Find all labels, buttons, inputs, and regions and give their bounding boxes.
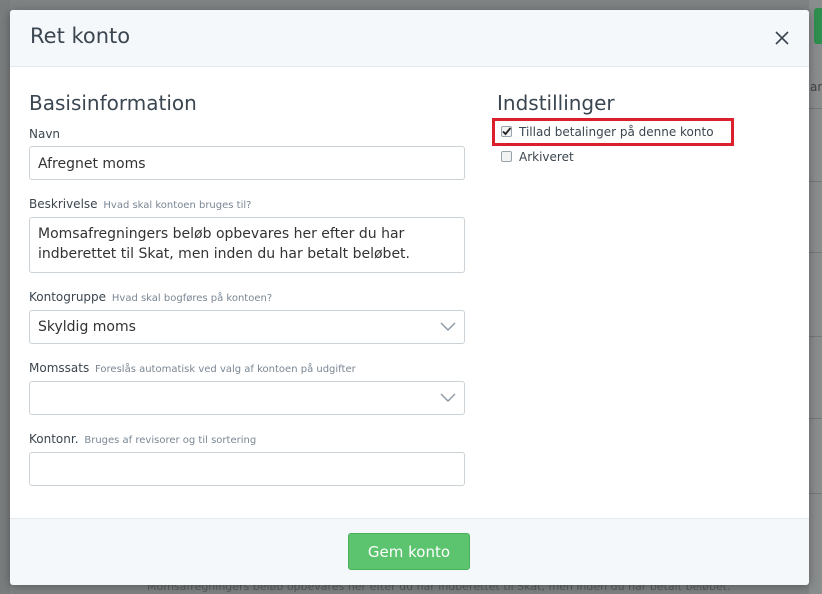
- close-button[interactable]: [770, 26, 794, 50]
- name-input[interactable]: Afregnet moms: [29, 146, 465, 180]
- vat-select[interactable]: [29, 381, 465, 415]
- background-divider: [809, 418, 822, 419]
- close-icon: [775, 31, 789, 45]
- description-label: Beskrivelse Hvad skal kontoen bruges til…: [29, 197, 251, 211]
- chevron-down-icon: [440, 393, 456, 402]
- background-divider: [809, 252, 822, 253]
- modal-header: Ret konto: [10, 10, 809, 67]
- edit-account-modal: Ret konto Basisinformation Navn Afregnet…: [10, 10, 809, 585]
- vat-hint: Foreslås automatisk ved valg af kontoen …: [95, 364, 356, 375]
- account-number-label-text: Kontonr.: [29, 432, 79, 446]
- highlight-box: [492, 118, 734, 146]
- background-divider: [809, 336, 822, 337]
- background-tab-text: an: [810, 80, 822, 94]
- group-label: Kontogruppe Hvad skal bogføres på kontoe…: [29, 290, 272, 304]
- account-number-hint: Bruges af revisorer og til sortering: [84, 435, 257, 446]
- description-textarea[interactable]: Momsafregningers beløb opbevares her eft…: [29, 217, 465, 273]
- background-green-button: [814, 8, 822, 44]
- modal-footer: Gem konto: [10, 518, 809, 585]
- group-select-value: Skyldig moms: [38, 319, 136, 335]
- background-divider: [809, 108, 822, 109]
- description-label-text: Beskrivelse: [29, 197, 98, 211]
- account-number-input[interactable]: [29, 452, 465, 486]
- account-number-label: Kontonr. Bruges af revisorer og til sort…: [29, 432, 256, 446]
- background-divider: [809, 181, 822, 182]
- background-page-left: [0, 0, 10, 594]
- group-label-text: Kontogruppe: [29, 290, 107, 304]
- name-label-text: Navn: [29, 127, 61, 141]
- archived-label: Arkiveret: [519, 150, 574, 164]
- group-select[interactable]: Skyldig moms: [29, 310, 465, 344]
- background-divider: [809, 493, 822, 494]
- archived-checkbox[interactable]: [501, 151, 512, 162]
- background-page-right: an: [809, 0, 822, 594]
- chevron-down-icon: [440, 322, 456, 331]
- settings-section-title: Indstillinger: [497, 91, 615, 115]
- modal-title: Ret konto: [30, 24, 131, 48]
- basis-section-title: Basisinformation: [29, 91, 197, 115]
- vat-label-text: Momssats: [29, 361, 90, 375]
- vat-label: Momssats Foreslås automatisk ved valg af…: [29, 361, 356, 375]
- description-hint: Hvad skal kontoen bruges til?: [103, 200, 252, 211]
- name-label: Navn: [29, 127, 60, 141]
- save-account-button[interactable]: Gem konto: [348, 533, 470, 570]
- group-hint: Hvad skal bogføres på kontoen?: [111, 293, 273, 304]
